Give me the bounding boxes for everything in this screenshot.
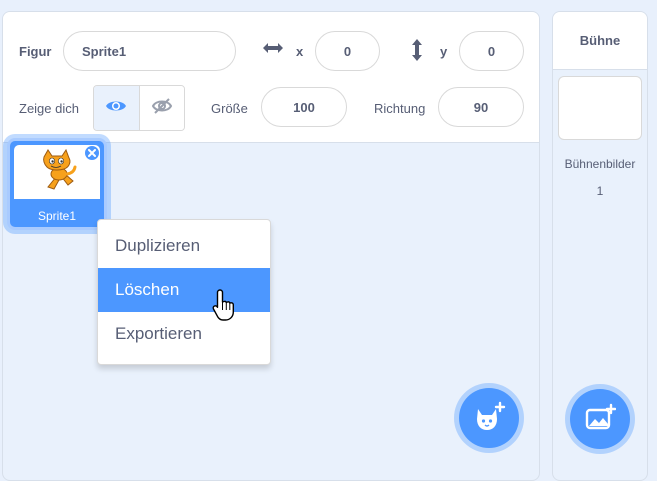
delete-sprite-button[interactable] — [84, 145, 100, 161]
show-button[interactable] — [94, 86, 140, 130]
close-icon — [88, 144, 96, 162]
menu-item-export[interactable]: Exportieren — [98, 312, 270, 356]
sprite-tile-name: Sprite1 — [37, 209, 77, 223]
cat-sprite-icon — [34, 147, 80, 198]
horizontal-arrows-icon — [261, 40, 285, 61]
backdrops-count: 1 — [596, 184, 604, 198]
cat-plus-icon — [472, 401, 506, 436]
x-input[interactable]: 0 — [315, 31, 380, 71]
choose-backdrop-button[interactable] — [570, 389, 630, 449]
size-label: Größe — [211, 101, 248, 116]
hand-cursor-icon — [211, 288, 237, 327]
menu-item-delete[interactable]: Löschen — [98, 268, 270, 312]
menu-item-duplicate[interactable]: Duplizieren — [98, 224, 270, 268]
visibility-toggle — [93, 85, 185, 131]
sprite-label: Figur — [19, 44, 52, 59]
sprite-info-panel: Figur Sprite1 x 0 y 0 Zeige dich Größe 1… — [3, 12, 539, 143]
context-menu: Duplizieren Löschen Exportieren — [97, 219, 271, 365]
direction-input[interactable]: 90 — [438, 87, 524, 127]
sprite-name-input[interactable]: Sprite1 — [63, 31, 236, 71]
eye-slash-icon — [151, 97, 173, 120]
sprite-pane: Figur Sprite1 x 0 y 0 Zeige dich Größe 1… — [2, 11, 540, 481]
size-input[interactable]: 100 — [261, 87, 347, 127]
show-label: Zeige dich — [19, 101, 79, 116]
vertical-arrows-icon — [409, 38, 425, 67]
stage-title: Bühne — [553, 12, 647, 70]
choose-sprite-button[interactable] — [459, 388, 519, 448]
stage-thumbnail[interactable] — [558, 76, 642, 140]
y-input[interactable]: 0 — [459, 31, 524, 71]
hide-button[interactable] — [139, 86, 184, 130]
direction-label: Richtung — [374, 101, 426, 116]
eye-icon — [105, 98, 127, 119]
x-label: x — [296, 44, 304, 59]
y-label: y — [440, 44, 448, 59]
image-plus-icon — [584, 403, 617, 436]
sprite-tile[interactable]: Sprite1 — [7, 138, 107, 230]
backdrops-label: Bühnenbilder — [564, 157, 636, 171]
